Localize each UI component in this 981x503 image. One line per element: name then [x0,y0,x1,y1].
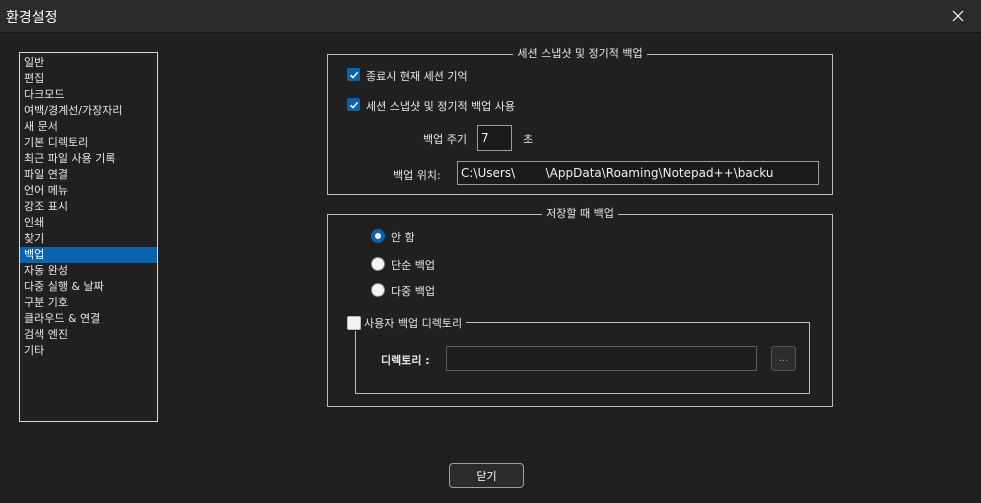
backup-location-input[interactable] [457,161,819,185]
browse-button[interactable]: ... [771,346,796,371]
backup-location-label: 백업 위치: [393,169,441,182]
close-button[interactable]: 닫기 [449,463,524,488]
custom-backup-dir-label: 사용자 백업 디렉토리 [364,317,463,330]
sidebar-item[interactable]: 강조 표시 [20,199,157,215]
directory-label: 디렉토리 : [381,354,430,367]
backup-period-unit: 초 [523,133,534,146]
backup-verbose-radio[interactable] [371,283,385,297]
check-icon [349,71,358,79]
backup-none-radio[interactable] [371,229,385,243]
sidebar-item[interactable]: 검색 엔진 [20,327,157,343]
backup-verbose-label: 다중 백업 [391,285,435,298]
backup-period-label: 백업 주기 [423,133,467,146]
dialog-body: 일반 편집 다크모드 여백/경계선/가장자리 새 문서 기본 디렉토리 최근 파일 사용 기… [0,33,981,503]
remember-session-checkbox[interactable] [347,68,360,81]
custom-backup-dir-checkbox[interactable] [347,316,361,330]
sidebar-item[interactable]: 인쇄 [20,215,157,231]
sidebar-item[interactable]: 클라우드 & 연결 [20,311,157,327]
sidebar-item[interactable]: 찾기 [20,231,157,247]
remember-session-label: 종료시 현재 세션 기억 [366,70,468,83]
backup-period-input[interactable] [477,125,512,151]
close-icon [952,10,964,22]
sidebar-item[interactable]: 파일 연결 [20,167,157,183]
snapshot-backup-checkbox[interactable] [347,98,360,111]
window-close-button[interactable] [935,0,981,32]
sidebar-item[interactable]: 백업 [20,247,157,263]
check-icon [349,101,358,109]
sidebar-item[interactable]: 구분 기호 [20,295,157,311]
category-list[interactable]: 일반 편집 다크모드 여백/경계선/가장자리 새 문서 기본 디렉토리 최근 파일 사용 기… [19,52,158,422]
sidebar-item[interactable]: 기본 디렉토리 [20,135,157,151]
backup-none-label: 안 함 [391,231,415,244]
sidebar-item[interactable]: 언어 메뉴 [20,183,157,199]
backup-simple-radio[interactable] [371,257,385,271]
window-title: 환경설정 [6,10,58,26]
sidebar-item[interactable]: 새 문서 [20,119,157,135]
directory-input[interactable] [446,346,757,371]
session-snapshot-legend: 세션 스냅샷 및 정기적 백업 [517,47,643,60]
custom-backup-dir-header: 사용자 백업 디렉토리 [347,315,467,331]
sidebar-item[interactable]: 자동 완성 [20,263,157,279]
sidebar-item[interactable]: 편집 [20,71,157,87]
sidebar-item[interactable]: 다크모드 [20,87,157,103]
sidebar-item[interactable]: 여백/경계선/가장자리 [20,103,157,119]
sidebar-item[interactable]: 일반 [20,55,157,71]
sidebar-item[interactable]: 최근 파일 사용 기록 [20,151,157,167]
sidebar-item[interactable]: 다중 실행 & 날짜 [20,279,157,295]
backup-simple-label: 단순 백업 [391,259,435,272]
snapshot-backup-label: 세션 스냅샷 및 정기적 백업 사용 [366,100,516,113]
title-bar: 환경설정 [0,0,981,33]
sidebar-item[interactable]: 기타 [20,343,157,359]
backup-on-save-legend: 저장할 때 백업 [546,207,614,220]
